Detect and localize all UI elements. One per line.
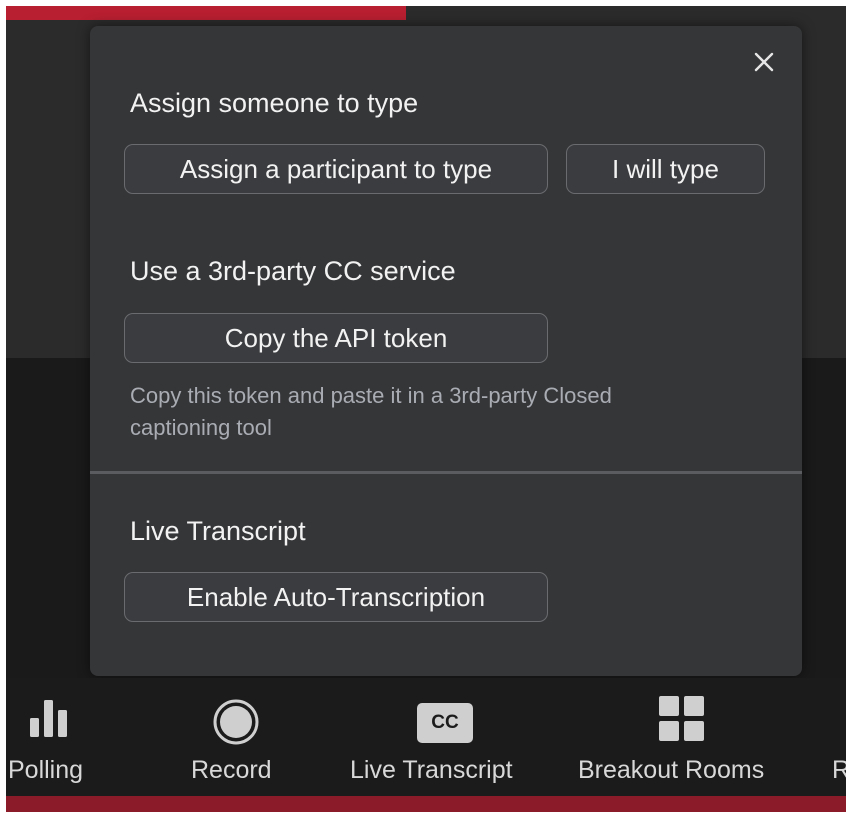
toolbar-truncated-label: R [832,756,846,784]
meeting-window: Assign someone to type Assign a particip… [6,6,846,812]
live-transcript-section-title: Live Transcript [130,516,306,546]
close-icon [754,52,774,72]
closed-caption-popup: Assign someone to type Assign a particip… [90,26,802,676]
copy-api-token-button[interactable]: Copy the API token [124,313,548,363]
i-will-type-button[interactable]: I will type [566,144,765,194]
cc-icon: CC [417,703,473,743]
bar-chart-icon [30,700,67,737]
close-button[interactable] [750,48,778,76]
toolbar-live-transcript-label: Live Transcript [350,756,513,784]
grid-icon [659,696,704,741]
video-bottom-strip [6,796,846,812]
toolbar-polling[interactable]: Polling [6,678,116,796]
toolbar-record[interactable]: Record [176,678,296,796]
toolbar-breakout-rooms-label: Breakout Rooms [578,756,765,784]
record-icon [213,699,259,745]
video-red-edge [6,6,406,20]
assign-section-title: Assign someone to type [130,88,419,118]
toolbar-record-label: Record [191,756,272,784]
toolbar-live-transcript[interactable]: CC Live Transcript [350,678,540,796]
meeting-toolbar: Polling Record CC Live Transcript Breako… [6,678,846,796]
hint-line-2: captioning tool [130,415,272,440]
toolbar-polling-label: Polling [8,756,84,784]
third-party-section-title: Use a 3rd-party CC service [130,256,456,286]
toolbar-item-truncated[interactable]: R [832,678,846,796]
assign-participant-button[interactable]: Assign a participant to type [124,144,548,194]
hint-line-1: Copy this token and paste it in a 3rd-pa… [130,383,612,408]
api-token-hint: Copy this token and paste it in a 3rd-pa… [130,380,750,444]
enable-auto-transcription-button[interactable]: Enable Auto-Transcription [124,572,548,622]
section-divider [90,471,802,474]
toolbar-breakout-rooms[interactable]: Breakout Rooms [576,678,786,796]
